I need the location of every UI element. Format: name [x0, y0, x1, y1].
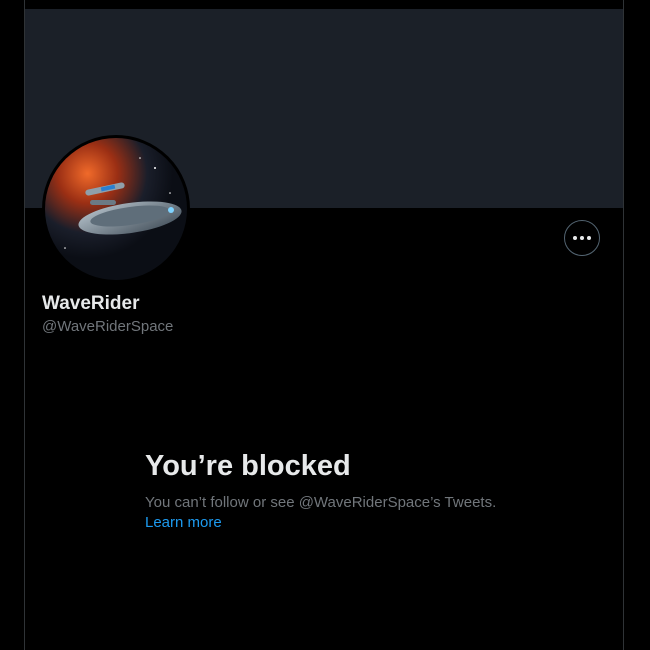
blocked-title: You’re blocked — [145, 450, 351, 482]
profile-avatar[interactable] — [42, 135, 190, 283]
more-options-button[interactable] — [564, 220, 600, 256]
more-options-icon — [573, 236, 591, 240]
profile-handle: @WaveRiderSpace — [42, 318, 174, 335]
blocked-description: You can’t follow or see @WaveRiderSpace’… — [145, 494, 497, 511]
starship-avatar-icon — [45, 138, 187, 280]
profile-column: WaveRider @WaveRiderSpace You’re blocked… — [24, 0, 624, 650]
profile-display-name: WaveRider — [42, 293, 140, 314]
learn-more-link[interactable]: Learn more — [145, 514, 222, 531]
